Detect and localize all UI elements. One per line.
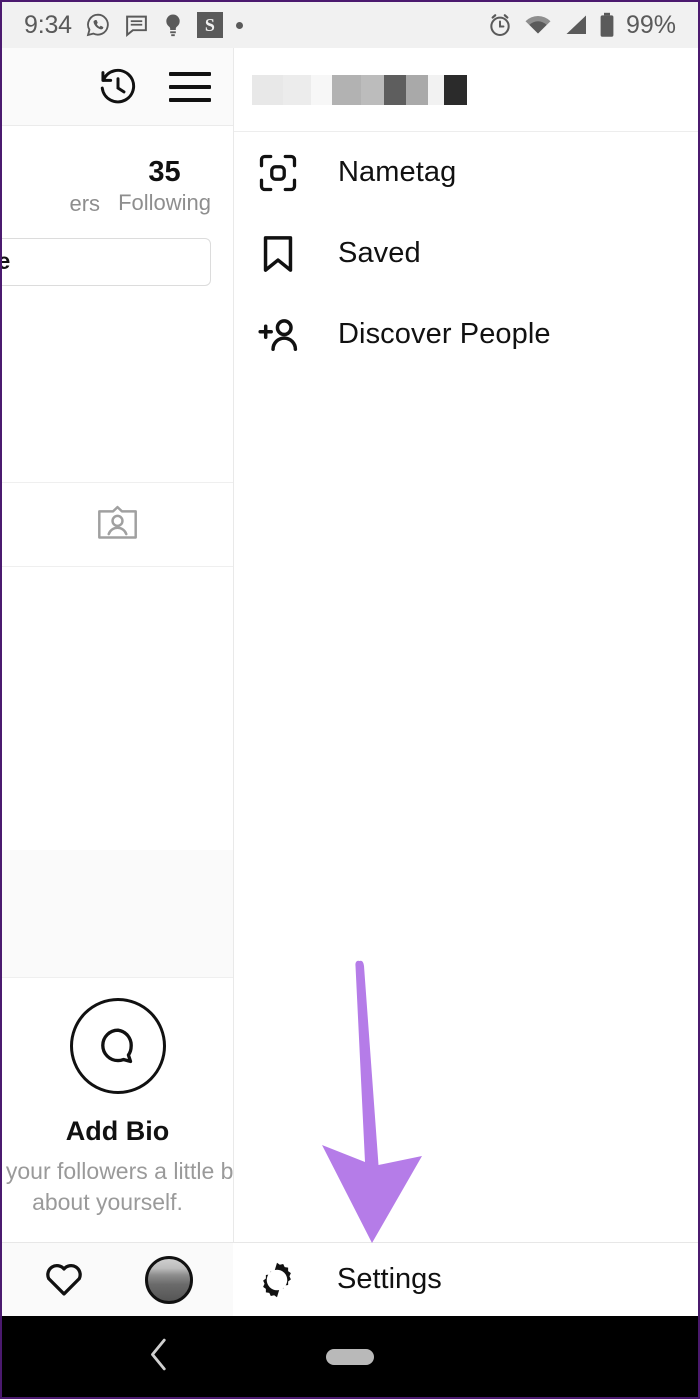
cellular-signal-icon [563,14,588,36]
side-menu-panel: Nametag Saved Discover People [233,48,698,1316]
add-bio-subtitle-line2: about yourself. [32,1189,183,1216]
gear-settings-icon [255,1258,311,1302]
status-bar-left-group: 9:34 S [24,11,243,40]
menu-item-saved[interactable]: Saved [234,213,698,294]
profile-stats-row: ers 35 Following [2,126,233,218]
menu-item-nametag-label: Nametag [338,156,457,188]
heart-activity-icon[interactable] [42,1257,86,1302]
menu-item-saved-label: Saved [338,237,421,269]
profile-grid-placeholder [2,850,233,978]
blurred-username [252,74,467,105]
add-bio-subtitle-line1: ell your followers a little bi [2,1158,233,1184]
hamburger-line [169,97,211,102]
hamburger-menu-icon[interactable] [169,71,211,102]
phone-screenshot: 9:34 S 99% ers 35 Following Add Bio your… [0,0,700,1399]
profile-avatar-icon[interactable] [145,1255,194,1304]
hamburger-line [169,71,211,76]
bottom-tab-bar [2,1242,233,1316]
nametag-card-icon [96,502,139,547]
add-bio-subtitle: ell your followers a little bi about you… [2,1156,233,1218]
speech-bubble-circle-icon [69,998,166,1094]
status-bar: 9:34 S 99% [2,2,698,48]
archive-history-icon[interactable] [97,66,139,108]
bookmark-icon [256,232,312,276]
edit-profile-button[interactable]: ofile [2,237,211,286]
battery-percent-label: 99% [625,10,676,39]
profile-nametag-row[interactable] [2,481,233,567]
menu-item-discover-people-label: Discover People [338,318,551,350]
back-chevron-icon[interactable] [147,1337,171,1376]
profile-panel-background: ers 35 Following ofile [2,48,233,1288]
wifi-icon [524,14,552,36]
alarm-clock-icon [487,12,513,38]
hamburger-line [169,84,211,89]
android-navigation-bar [2,1316,698,1397]
following-label: Following [118,190,211,216]
lightbulb-icon [162,13,184,38]
whatsapp-icon [85,12,111,38]
menu-item-discover-people[interactable]: Discover People [234,294,698,375]
username-header[interactable] [234,48,698,132]
following-count: 35 [148,156,181,188]
s-app-badge: S [196,12,223,38]
add-person-icon [256,313,312,357]
add-bio-section[interactable]: Add Bio ell your followers a little bi a… [2,998,233,1218]
home-pill-icon[interactable] [326,1348,374,1365]
sms-message-icon [124,13,149,38]
status-bar-clock: 9:34 [24,10,72,39]
menu-item-nametag[interactable]: Nametag [234,132,698,213]
nametag-scan-icon [256,151,312,195]
profile-top-bar [2,48,233,126]
status-bar-right-group: 99% [487,11,676,40]
following-stat[interactable]: 35 Following [118,156,211,218]
menu-item-settings-label: Settings [337,1263,442,1295]
dot-indicator [235,21,243,29]
battery-icon [599,12,615,38]
followers-stat-partial[interactable]: ers [70,191,101,218]
menu-item-settings[interactable]: Settings [233,1242,698,1316]
add-bio-title: Add Bio [65,1116,170,1146]
